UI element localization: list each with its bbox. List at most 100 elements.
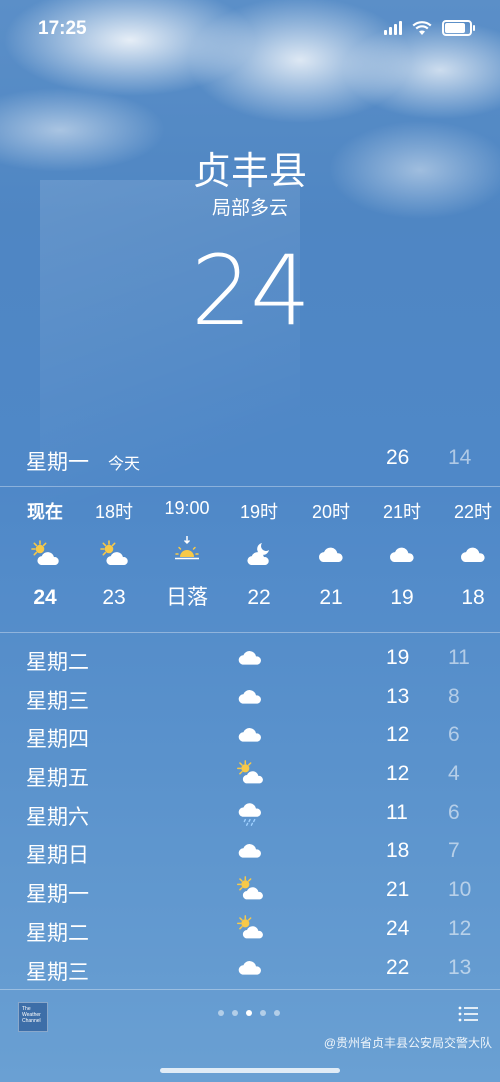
partly-cloudy-night-icon <box>242 538 276 572</box>
today-summary-row: 星期一 今天 26 14 <box>0 440 500 480</box>
partly-cloudy-icon <box>234 913 266 945</box>
day-low-temp: 7 <box>448 839 460 863</box>
daily-row: 星期日 18 7 <box>0 833 500 872</box>
partly-cloudy-icon <box>28 538 62 572</box>
day-high-temp: 21 <box>386 878 410 902</box>
daily-row: 星期二 24 12 <box>0 911 500 950</box>
cellular-signal-icon <box>384 21 402 35</box>
watermark-text: @贵州省贞丰县公安局交警大队 <box>323 1036 492 1050</box>
hourly-item: 现在 24 <box>9 486 81 610</box>
weather-channel-logo[interactable]: The Weather Channel <box>18 1002 48 1032</box>
day-low-temp: 8 <box>448 684 460 708</box>
day-name: 星期日 <box>26 844 89 868</box>
wifi-icon <box>412 20 432 35</box>
hour-label: 19时 <box>239 502 279 522</box>
today-label: 今天 <box>108 456 141 473</box>
weather-condition: 局部多云 <box>211 198 288 219</box>
page-dot[interactable] <box>218 1010 224 1016</box>
day-name: 星期二 <box>26 921 89 945</box>
partly-cloudy-icon <box>234 874 266 906</box>
hourly-item: 21时 19 <box>366 486 438 610</box>
day-name: 星期一 <box>26 883 89 907</box>
day-high-temp: 11 <box>386 800 408 824</box>
cloud-icon <box>234 952 266 984</box>
day-high-temp: 13 <box>386 684 410 708</box>
status-icons <box>384 20 475 36</box>
page-indicator[interactable] <box>218 1010 280 1016</box>
daily-row: 星期三 13 8 <box>0 679 500 718</box>
daily-row: 星期五 12 4 <box>0 756 500 795</box>
hour-label: 18时 <box>94 502 134 522</box>
hourly-item: 19时 22 <box>223 486 295 610</box>
daily-row: 星期一 21 10 <box>0 872 500 911</box>
hourly-item: 20时 21 <box>295 486 367 610</box>
day-high-temp: 12 <box>386 762 410 786</box>
page-dot[interactable] <box>246 1010 252 1016</box>
status-bar: 17:25 <box>0 0 500 58</box>
hour-temp: 24 <box>33 586 57 609</box>
hour-label: 现在 <box>27 502 63 522</box>
day-low-temp: 6 <box>448 800 460 824</box>
hour-label: 21时 <box>382 502 422 522</box>
page-dot[interactable] <box>274 1010 280 1016</box>
drizzle-icon <box>234 797 266 829</box>
day-low-temp: 4 <box>448 762 460 786</box>
day-low-temp: 13 <box>448 955 472 979</box>
daily-row: 星期六 11 6 <box>0 795 500 834</box>
cloud-icon <box>234 835 266 867</box>
hour-temp: 22 <box>247 586 271 609</box>
today-high-temp: 26 <box>386 446 410 469</box>
today-day: 星期一 <box>26 451 89 474</box>
city-list-icon[interactable] <box>458 1006 478 1022</box>
divider <box>0 632 500 633</box>
day-high-temp: 12 <box>386 723 410 747</box>
page-dot[interactable] <box>260 1010 266 1016</box>
footer-bar: The Weather Channel @贵州省贞丰县公安局交警大队 <box>0 990 500 1082</box>
cloud-icon <box>234 681 266 713</box>
hour-temp: 21 <box>319 586 343 609</box>
day-name: 星期四 <box>26 728 89 752</box>
day-name: 星期六 <box>26 805 89 829</box>
cloud-icon <box>456 538 490 572</box>
current-temperature: 24 <box>190 235 311 347</box>
day-low-temp: 11 <box>448 646 470 669</box>
hour-label: 22时 <box>453 502 493 522</box>
cloud-icon <box>234 719 266 751</box>
day-low-temp: 10 <box>448 878 472 902</box>
battery-level <box>445 23 465 33</box>
sunset-icon <box>170 533 204 567</box>
hourly-item: 18时 23 <box>78 486 150 610</box>
hourly-item: 19:00 日落 <box>151 486 223 611</box>
daily-row: 星期四 12 6 <box>0 717 500 756</box>
hour-label: 20时 <box>311 502 351 522</box>
hour-temp: 19 <box>390 586 414 609</box>
hour-temp: 18 <box>461 586 485 609</box>
hour-label: 19:00 <box>164 498 210 518</box>
day-name: 星期三 <box>26 960 89 984</box>
daily-row: 星期二 19 11 <box>0 640 500 679</box>
day-low-temp: 12 <box>448 916 472 940</box>
status-time: 17:25 <box>38 18 87 39</box>
location-name: 贞丰县 <box>192 151 307 193</box>
hour-temp: 日落 <box>166 586 208 609</box>
day-high-temp: 18 <box>386 839 410 863</box>
home-indicator[interactable] <box>160 1068 340 1073</box>
hourly-forecast[interactable]: 现在 24 18时 23 19:00 日落 19时 22 20时 21 21时 19 22时 18 <box>0 486 500 632</box>
partly-cloudy-icon <box>97 538 131 572</box>
day-low-temp: 6 <box>448 723 460 747</box>
hourly-item: 22时 18 <box>437 486 500 610</box>
day-high-temp: 19 <box>386 646 410 669</box>
daily-forecast: 星期二 19 11 星期三 13 8 星期四 12 6 星期五 12 4 星期六 11 6 星期日 18 7 星期一… <box>0 640 500 988</box>
day-name: 星期三 <box>26 689 89 713</box>
cloud-icon <box>385 538 419 572</box>
today-low-temp: 14 <box>448 446 472 469</box>
battery-icon <box>442 20 475 36</box>
page-dot[interactable] <box>232 1010 238 1016</box>
cloud-icon <box>234 642 266 674</box>
day-high-temp: 22 <box>386 955 410 979</box>
partly-cloudy-icon <box>234 758 266 790</box>
hour-temp: 23 <box>102 586 126 609</box>
day-high-temp: 24 <box>386 916 410 940</box>
daily-row: 星期三 22 13 <box>0 950 500 989</box>
cloud-icon <box>314 538 348 572</box>
